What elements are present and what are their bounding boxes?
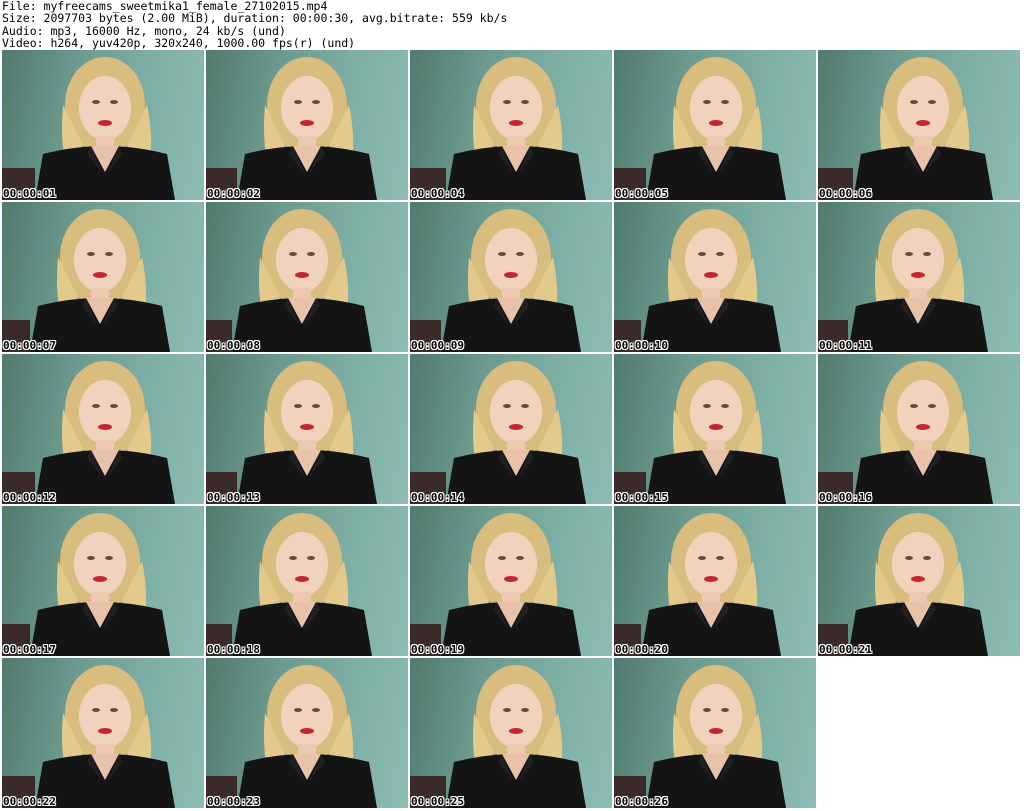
video-info-line: Video: h264, yuv420p, 320x240, 1000.00 f… (2, 36, 356, 51)
video-thumbnail: 00:00:04 (410, 50, 612, 200)
video-thumbnail: 00:00:20 (614, 506, 816, 656)
video-frame (2, 361, 175, 504)
video-frame (2, 209, 170, 352)
timestamp-label: 00:00:19 (411, 643, 464, 656)
timestamp-label: 00:00:06 (819, 187, 872, 200)
video-thumbnail: 00:00:11 (818, 202, 1020, 352)
video-frame (818, 57, 993, 200)
video-frame (2, 513, 170, 656)
video-thumbnail: 00:00:08 (206, 202, 408, 352)
video-frame (818, 361, 993, 504)
video-thumbnail: 00:00:23 (206, 658, 408, 808)
timestamp-label: 00:00:21 (819, 643, 872, 656)
video-frame (614, 513, 781, 656)
video-thumbnail: 00:00:05 (614, 50, 816, 200)
video-thumbnail: 00:00:21 (818, 506, 1020, 656)
video-frame (2, 57, 175, 200)
video-thumbnail: 00:00:18 (206, 506, 408, 656)
timestamp-label: 00:00:08 (207, 339, 260, 352)
timestamp-label: 00:00:22 (3, 795, 56, 808)
video-thumbnail: 00:00:19 (410, 506, 612, 656)
video-frame (614, 57, 786, 200)
timestamp-label: 00:00:12 (3, 491, 56, 504)
video-thumbnail: 00:00:13 (206, 354, 408, 504)
video-thumbnail: 00:00:16 (818, 354, 1020, 504)
video-frame (206, 665, 377, 808)
video-frame (410, 57, 586, 200)
timestamp-label: 00:00:14 (411, 491, 464, 504)
video-thumbnail: 00:00:12 (2, 354, 204, 504)
timestamp-label: 00:00:02 (207, 187, 260, 200)
timestamp-label: 00:00:13 (207, 491, 260, 504)
video-frame (206, 361, 377, 504)
video-frame (614, 665, 786, 808)
timestamp-label: 00:00:18 (207, 643, 260, 656)
video-thumbnail: 00:00:07 (2, 202, 204, 352)
timestamp-label: 00:00:10 (615, 339, 668, 352)
video-thumbnail: 00:00:01 (2, 50, 204, 200)
timestamp-label: 00:00:23 (207, 795, 260, 808)
thumbnail-grid: 00:00:01 00:00:02 00:00:04 00:00:05 00:0… (2, 50, 1022, 810)
video-frame (410, 209, 581, 352)
video-frame (206, 209, 372, 352)
video-frame (410, 513, 581, 656)
timestamp-label: 00:00:11 (819, 339, 872, 352)
video-frame (818, 513, 988, 656)
video-thumbnail: 00:00:15 (614, 354, 816, 504)
video-thumbnail: 00:00:17 (2, 506, 204, 656)
video-frame (614, 361, 786, 504)
timestamp-label: 00:00:04 (411, 187, 464, 200)
timestamp-label: 00:00:05 (615, 187, 668, 200)
timestamp-label: 00:00:17 (3, 643, 56, 656)
video-thumbnail: 00:00:02 (206, 50, 408, 200)
video-frame (2, 665, 175, 808)
timestamp-label: 00:00:26 (615, 795, 668, 808)
timestamp-label: 00:00:16 (819, 491, 872, 504)
timestamp-label: 00:00:25 (411, 795, 464, 808)
timestamp-label: 00:00:20 (615, 643, 668, 656)
timestamp-label: 00:00:07 (3, 339, 56, 352)
file-size-line: Size: 2097703 bytes (2.00 MiB), duration… (2, 11, 508, 26)
timestamp-label: 00:00:09 (411, 339, 464, 352)
video-frame (614, 209, 781, 352)
video-thumbnail: 00:00:09 (410, 202, 612, 352)
timestamp-label: 00:00:01 (3, 187, 56, 200)
timestamp-label: 00:00:15 (615, 491, 668, 504)
video-thumbnail: 00:00:14 (410, 354, 612, 504)
video-frame (206, 57, 377, 200)
video-thumbnail: 00:00:10 (614, 202, 816, 352)
video-thumbnail: 00:00:22 (2, 658, 204, 808)
video-thumbnail: 00:00:26 (614, 658, 816, 808)
video-thumbnail: 00:00:25 (410, 658, 612, 808)
video-frame (410, 665, 586, 808)
video-frame (410, 361, 586, 504)
video-frame (818, 209, 988, 352)
file-info-header: File: myfreecams_sweetmika1_female_27102… (2, 0, 507, 50)
video-thumbnail: 00:00:06 (818, 50, 1020, 200)
video-frame (206, 513, 372, 656)
